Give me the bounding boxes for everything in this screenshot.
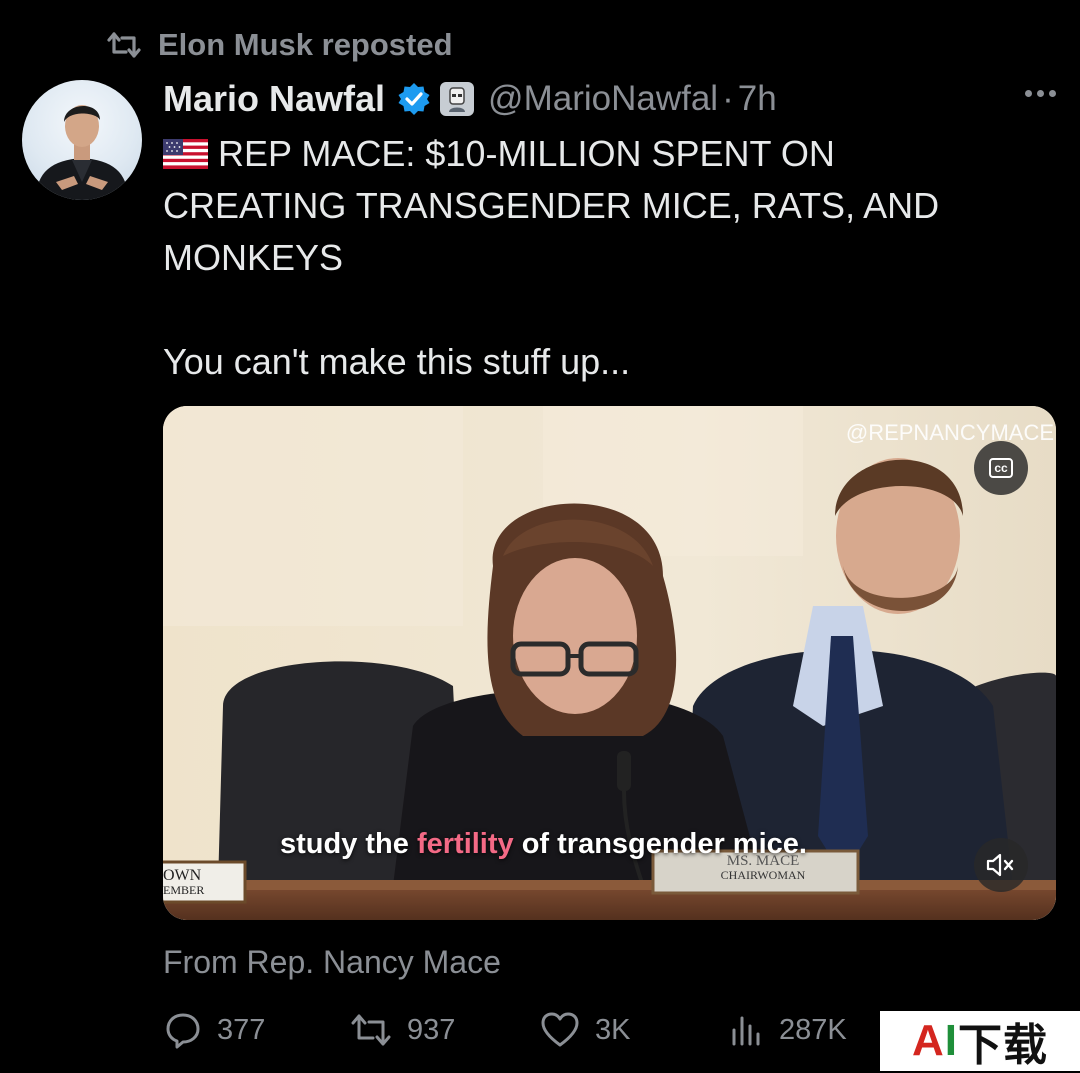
tweet-subtext: You can't make this stuff up...: [163, 341, 631, 382]
placard-left-line-1: OWN: [163, 867, 202, 884]
site-watermark-logo: A I 下载: [880, 1011, 1080, 1071]
video-player[interactable]: OWN EMBER MS. MACE CHAIRWOMAN @REPNANCYM…: [163, 406, 1056, 920]
tweet-headline-line-2: CREATING TRANSGENDER MICE, RATS, AND: [163, 185, 940, 226]
author-name[interactable]: Mario Nawfal: [163, 78, 385, 120]
brand-text: 下载: [958, 1021, 1048, 1070]
views-count: 287K: [779, 1013, 847, 1046]
like-count: 3K: [595, 1013, 631, 1046]
caption-text-after: of transgender mice.: [513, 828, 807, 860]
repost-count: 937: [407, 1013, 456, 1046]
like-button[interactable]: 3K: [539, 1008, 630, 1052]
heart-icon: [541, 1012, 579, 1047]
placard-left: OWN EMBER: [163, 867, 205, 898]
author-handle[interactable]: @MarioNawfal: [488, 79, 718, 119]
tweet-body: REP MACE: $10-MILLION SPENT ON CREATING …: [163, 128, 1043, 284]
brand-letter-i: I: [944, 1016, 958, 1065]
video-attribution[interactable]: From Rep. Nancy Mace: [163, 944, 501, 981]
placard-left-line-2: EMBER: [163, 883, 205, 897]
tweet-headline-line-3: MONKEYS: [163, 237, 344, 278]
brand-letter-a: A: [911, 1016, 945, 1065]
us-flag-icon: [163, 139, 208, 169]
separator-dot: ·: [722, 79, 734, 118]
nerd-emoji-icon: [440, 82, 475, 116]
closed-captions-button[interactable]: cc: [974, 441, 1028, 495]
caption-text-before: study the: [280, 828, 417, 860]
repost-action-icon: [351, 1014, 391, 1046]
repost-icon: [106, 30, 142, 60]
caption-highlight: fertility: [416, 828, 514, 860]
author-avatar[interactable]: [22, 80, 142, 200]
video-watermark: @REPNANCYMACE: [845, 420, 1054, 445]
reply-button[interactable]: 377: [163, 1008, 265, 1052]
more-options-icon[interactable]: [1025, 90, 1056, 97]
speaker-muted-icon: [986, 853, 1014, 877]
tweet-header: Mario Nawfal @MarioNawfal · 7h: [163, 76, 777, 122]
tweet-headline-line-1: REP MACE: $10-MILLION SPENT ON: [218, 133, 835, 174]
cc-icon: cc: [989, 458, 1013, 478]
views-button[interactable]: 287K: [729, 1008, 847, 1052]
reply-count: 377: [217, 1013, 266, 1046]
repost-button[interactable]: 937: [349, 1008, 455, 1052]
repost-label: Elon Musk reposted: [158, 27, 453, 62]
tweet-action-bar: 377 937 3K 287K: [163, 1008, 923, 1052]
verified-badge-icon: [385, 82, 431, 116]
analytics-icon: [732, 1016, 760, 1046]
repost-indicator[interactable]: Elon Musk reposted: [106, 25, 453, 65]
video-subtitle: study the fertility of transgender mice.: [280, 828, 807, 861]
tweet-timestamp[interactable]: 7h: [738, 79, 777, 119]
placard-center-line-2: CHAIRWOMAN: [720, 868, 806, 882]
reply-icon: [166, 1013, 200, 1049]
mute-button[interactable]: [974, 838, 1028, 892]
